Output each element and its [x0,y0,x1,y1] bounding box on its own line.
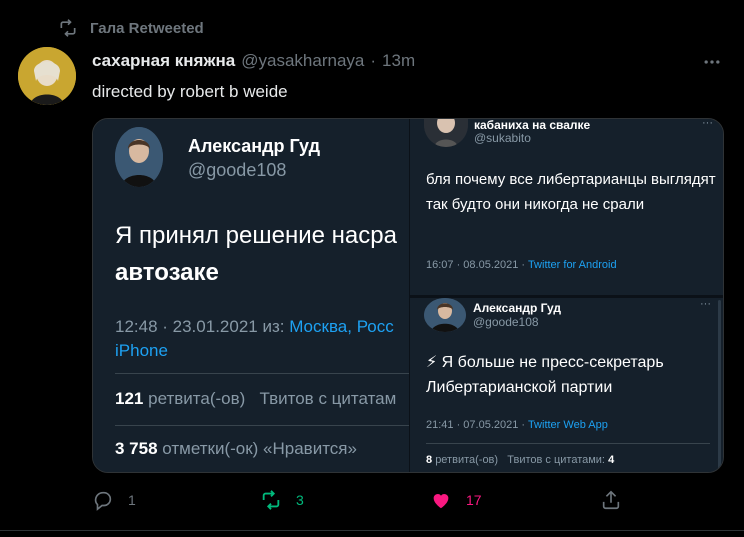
right-top-meta-time: 16:07 · 08.05.2021 · [426,259,528,271]
right-bottom-stats: 8 ретвита(-ов) Твитов с цитатами: 4 [426,454,614,466]
left-like-stats: 3 758 отметки(-ок) «Нравится» [115,439,357,459]
right-bottom-author-handle: @goode108 [473,315,539,329]
left-retweets-count: 121 [115,389,144,408]
right-top-more-icon: ··· [702,118,713,129]
left-quotes-label: Твитов с цитатам [259,389,397,408]
like-button[interactable]: 17 [430,489,482,511]
more-icon [704,60,720,64]
more-options-button[interactable] [702,52,722,77]
left-meta-source: iPhone [115,341,168,360]
right-top-avatar [424,119,468,147]
left-retweets-label: ретвита(-ов) [148,389,246,408]
divider [0,530,744,531]
left-retweet-stats: 121 ретвита(-ов) Твитов с цитатам [115,389,396,409]
left-author-name: Александр Гуд [188,136,321,156]
left-meta-location: Москва, Росс [289,317,394,336]
retweet-button[interactable]: 3 [260,489,304,511]
left-text-line1: Я принял решение насра [115,222,397,249]
media-right-top-screenshot: кабаниха на свалке @sukabito ··· бля поч… [409,118,723,295]
right-bottom-quotes-label: Твитов с цитатами: [507,454,605,466]
like-count: 17 [466,492,482,508]
left-text-line2: автозаке [115,259,219,286]
right-bottom-quotes-count: 4 [608,454,615,466]
left-avatar [115,127,163,187]
divider [115,373,415,374]
reply-count: 1 [128,492,136,508]
right-bottom-avatar [424,298,466,332]
heart-icon [433,494,449,509]
right-bottom-author-name: Александр Гуд [473,301,562,315]
divider [426,443,710,444]
media-right-bottom-screenshot: Александр Гуд @goode108 ··· ⚡ Я больше н… [409,295,723,472]
reply-icon [94,491,112,511]
right-top-author-handle: @sukabito [474,131,531,145]
right-bottom-more-icon: ··· [700,298,711,310]
right-bottom-retweets-count: 8 [426,454,433,466]
reply-button[interactable]: 1 [92,489,136,511]
share-icon [602,490,620,510]
left-tweet-text: Я принял решение насра автозаке [115,217,397,291]
right-bottom-retweets-label: ретвита(-ов) [435,454,499,466]
media-left-screenshot: Александр Гуд @goode108 Я принял решение… [93,119,415,472]
left-author-handle: @goode108 [188,160,287,180]
retweet-icon [262,490,280,510]
right-top-author-name: кабаниха на свалке [474,118,591,132]
retweeted-by-line: Гала Retweeted [58,18,204,38]
right-bottom-meta-time: 21:41 · 07.05.2021 · [426,419,528,431]
left-meta-time: 12:48 · 23.01.2021 из: [115,317,290,336]
right-top-meta-source: Twitter for Android [527,259,617,271]
author-handle[interactable]: @yasakharnaya [241,51,364,71]
right-bottom-tweet-text: ⚡ Я больше не пресс-секретарь Либертариа… [426,354,664,396]
tweet-text: directed by robert b weide [92,82,288,101]
right-top-meta: 16:07 · 08.05.2021 · Twitter for Android [426,259,617,271]
retweet-icon [60,19,76,37]
tweet-time[interactable]: 13m [382,51,415,71]
share-button[interactable] [600,489,622,511]
tweet-media[interactable]: Александр Гуд @goode108 Я принял решение… [92,118,724,473]
left-meta: 12:48 · 23.01.2021 из: Москва, Росс iPho… [115,315,394,363]
left-likes-count: 3 758 [115,439,158,458]
divider [115,425,415,426]
right-top-tweet-text: бля почему все либертарианцы выглядят та… [426,171,716,213]
separator-dot: · [370,51,377,70]
retweeted-by-text[interactable]: Гала Retweeted [90,20,204,37]
retweet-count: 3 [296,492,304,508]
left-likes-label: отметки(-ок) «Нравится» [162,439,357,458]
right-bottom-meta-source: Twitter Web App [527,419,608,431]
author-avatar[interactable] [18,47,76,105]
scrollbar [718,300,721,470]
tweet-header: сахарная княжна @yasakharnaya · 13m [92,51,415,71]
right-bottom-meta: 21:41 · 07.05.2021 · Twitter Web App [426,419,608,431]
author-name[interactable]: сахарная княжна [92,51,235,71]
tweet-actions: 1 3 17 [92,489,632,517]
